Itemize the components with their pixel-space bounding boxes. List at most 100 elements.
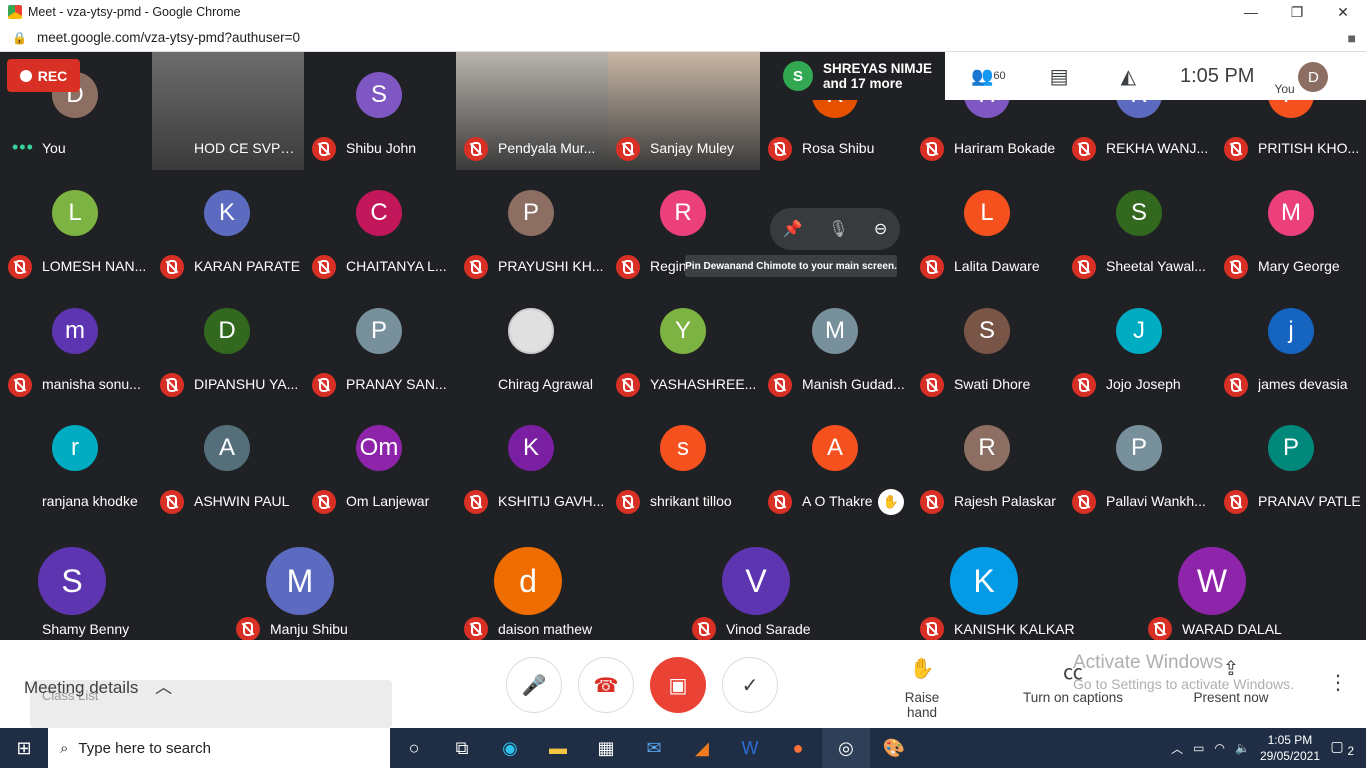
participant-avatar: D — [204, 308, 250, 354]
more-options-icon[interactable]: ⋮ — [1328, 670, 1348, 695]
participant-tile[interactable]: s shrikant tilloo — [608, 405, 760, 523]
wifi-icon[interactable]: ◠ — [1215, 741, 1225, 755]
chevron-up-icon: ︿ — [155, 678, 173, 697]
muted-mic-icon — [616, 137, 640, 161]
participant-name: james devasia — [1258, 376, 1348, 392]
checkmark-button[interactable]: ✓ — [722, 657, 778, 713]
self-view[interactable]: You D — [1274, 52, 1334, 100]
lock-icon: 🔒 — [12, 30, 27, 45]
participant-tile[interactable]: C CHAITANYA L... — [304, 170, 456, 288]
remove-icon[interactable]: ⊖ — [874, 219, 887, 239]
participant-tile[interactable]: j james devasia — [1216, 288, 1366, 406]
raise-hand-button[interactable]: ✋ Raise hand — [888, 656, 956, 720]
chevron-up-tray-icon[interactable]: ︿ — [1171, 740, 1183, 757]
system-tray: ︿ ▭ ◠ 🔈 1:05 PM 29/05/2021 — [1171, 728, 1320, 768]
participant-tile[interactable]: P PRAYUSHI KH... — [456, 170, 608, 288]
participant-tile[interactable]: m manisha sonu... — [0, 288, 152, 406]
participant-tile[interactable]: K KSHITIJ GAVH... — [456, 405, 608, 523]
participant-tile[interactable]: S Swati Dhore — [912, 288, 1064, 406]
activities-icon[interactable]: ◭ — [1121, 64, 1136, 89]
participant-tile[interactable]: P Pallavi Wankh... — [1064, 405, 1216, 523]
volume-icon[interactable]: 🔈 — [1235, 741, 1250, 755]
minimize-button[interactable]: — — [1228, 0, 1274, 24]
meeting-details-button[interactable]: Meeting details ︿ — [24, 673, 172, 698]
close-button[interactable]: ✕ — [1320, 0, 1366, 24]
participant-tile[interactable]: L LOMESH NAN... — [0, 170, 152, 288]
participant-tile[interactable]: AA O Thakre ✋ — [760, 405, 912, 523]
muted-mic-icon — [1072, 490, 1096, 514]
chrome-icon[interactable]: ◎ — [822, 728, 870, 768]
edge-icon[interactable]: ◉ — [486, 728, 534, 768]
muted-mic-icon — [312, 490, 336, 514]
camera-in-use-icon[interactable]: ■ — [1348, 30, 1356, 46]
people-button[interactable]: 👥 60 — [971, 66, 1006, 87]
pin-icon[interactable]: 📌 — [783, 219, 803, 239]
task-view-icon[interactable]: ⧉ — [438, 728, 486, 768]
leave-call-button[interactable]: ☎ — [578, 657, 634, 713]
camera-button[interactable]: ▣ — [650, 657, 706, 713]
present-icon: ⇪ — [1222, 658, 1240, 680]
store-icon[interactable]: ▦ — [582, 728, 630, 768]
participant-tile[interactable]: J Jojo Joseph — [1064, 288, 1216, 406]
participant-tile[interactable]: Chirag Agrawal — [456, 288, 608, 406]
participant-tile[interactable]: P PRANAV PATLE — [1216, 405, 1366, 523]
participant-tile[interactable]: P PRANAY SAN... — [304, 288, 456, 406]
participant-tile[interactable]: L Lalita Daware — [912, 170, 1064, 288]
participant-name: KSHITIJ GAVH... — [498, 493, 605, 509]
participant-tile[interactable]: A ASHWIN PAUL — [152, 405, 304, 523]
participant-avatar: d — [494, 547, 562, 615]
participant-tile[interactable]: S Shibu John — [304, 52, 456, 170]
matlab-icon[interactable]: ◢ — [678, 728, 726, 768]
participant-name: You — [42, 140, 66, 156]
microphone-button[interactable]: 🎤 — [506, 657, 562, 713]
taskbar-time: 1:05 PM — [1267, 733, 1313, 747]
muted-mic-icon — [616, 373, 640, 397]
windows-start-icon[interactable]: ⊞ — [0, 728, 48, 768]
present-now-button[interactable]: ⇪ Present now — [1190, 656, 1272, 705]
participant-avatar: Om — [356, 425, 402, 471]
participant-tile[interactable]: M Mary George — [1216, 170, 1366, 288]
paint-icon[interactable]: 🎨 — [870, 728, 918, 768]
participant-tile[interactable]: R Rajesh Palaskar — [912, 405, 1064, 523]
muted-mic-icon — [1148, 617, 1172, 641]
presenter-chip[interactable]: S SHREYAS NIMJE and 17 more — [773, 52, 945, 100]
participant-avatar: M — [266, 547, 334, 615]
url-text[interactable]: meet.google.com/vza-ytsy-pmd?authuser=0 — [37, 30, 300, 45]
captions-button[interactable]: ㏄ Turn on captions — [1020, 656, 1126, 705]
participant-tile[interactable]: r ranjana khodke — [0, 405, 152, 523]
restore-button[interactable]: ❐ — [1274, 0, 1320, 24]
participant-tile[interactable]: Om Om Lanjewar — [304, 405, 456, 523]
address-bar[interactable]: 🔒 meet.google.com/vza-ytsy-pmd?authuser=… — [0, 24, 1366, 52]
taskbar-search[interactable]: ⌕ Type here to search — [48, 728, 390, 768]
muted-mic-icon — [8, 373, 32, 397]
mail-icon[interactable]: ✉ — [630, 728, 678, 768]
chat-icon[interactable]: ▤ — [1050, 64, 1069, 89]
taskbar-clock[interactable]: 1:05 PM 29/05/2021 — [1260, 732, 1320, 764]
muted-mic-icon — [1224, 255, 1248, 279]
participant-tile[interactable]: Sanjay Muley — [608, 52, 760, 170]
participant-tile[interactable]: D DIPANSHU YA... — [152, 288, 304, 406]
participant-tile[interactable]: HOD CE SVPC... — [152, 52, 304, 170]
battery-icon[interactable]: ▭ — [1193, 741, 1204, 755]
participant-tile[interactable]: Y YASHASHREE... — [608, 288, 760, 406]
participant-tile[interactable]: Pendyala Mur... — [456, 52, 608, 170]
cortana-icon[interactable]: ○ — [390, 728, 438, 768]
muted-mic-icon — [920, 617, 944, 641]
notification-center[interactable]: ▢ 2 — [1330, 738, 1354, 758]
muted-mic-icon — [920, 255, 944, 279]
firefox-icon[interactable]: ● — [774, 728, 822, 768]
search-icon: ⌕ — [60, 739, 69, 757]
participant-tile[interactable]: K KARAN PARATE — [152, 170, 304, 288]
file-explorer-icon[interactable]: ▬ — [534, 728, 582, 768]
word-icon[interactable]: W — [726, 728, 774, 768]
windows-taskbar: ⊞ ⌕ Type here to search ○ ⧉ ◉ ▬ ▦ ✉ ◢ W … — [0, 728, 1366, 768]
participant-name: ranjana khodke — [42, 493, 138, 509]
muted-mic-icon — [160, 373, 184, 397]
participant-name: PRAYUSHI KH... — [498, 258, 604, 274]
participant-tile[interactable]: S Sheetal Yawal... — [1064, 170, 1216, 288]
participant-name: KANISHK KALKAR — [954, 621, 1075, 637]
mute-for-all-icon[interactable]: 🎙 — [828, 219, 848, 239]
participant-tile[interactable]: M Manish Gudad... — [760, 288, 912, 406]
muted-mic-icon — [1072, 255, 1096, 279]
pin-tooltip: Pin Dewanand Chimote to your main screen… — [685, 255, 897, 277]
